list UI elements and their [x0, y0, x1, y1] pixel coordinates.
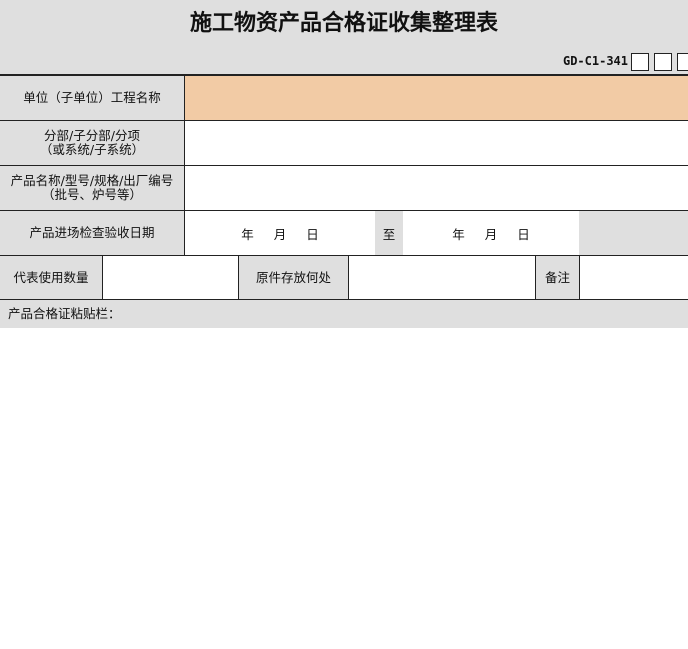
- original-location-label: 原件存放何处: [239, 256, 348, 299]
- row-divider: [0, 165, 688, 166]
- date-to-year: 年: [452, 226, 465, 242]
- product-label: 产品名称/型号/规格/出厂编号 （批号、炉号等）: [0, 166, 184, 210]
- remarks-label: 备注: [536, 256, 579, 299]
- date-to-day: 日: [517, 226, 530, 242]
- subdivision-label-line2: （或系统/子系统）: [39, 142, 145, 157]
- code-box-2[interactable]: [654, 53, 672, 71]
- original-location-field[interactable]: [349, 256, 535, 299]
- quantity-field[interactable]: [103, 256, 238, 299]
- date-from-field[interactable]: 年 月 日: [185, 211, 375, 255]
- date-trailing-cell: [579, 211, 688, 255]
- quantity-label: 代表使用数量: [0, 256, 102, 299]
- column-divider: [348, 255, 349, 300]
- column-divider: [579, 255, 580, 300]
- date-from-day: 日: [306, 226, 319, 242]
- column-divider: [102, 255, 103, 300]
- code-box-1[interactable]: [631, 53, 649, 71]
- date-separator: 至: [375, 211, 403, 255]
- column-divider: [238, 255, 239, 300]
- column-divider: [535, 255, 536, 300]
- row-divider: [0, 299, 688, 300]
- paste-area[interactable]: [0, 328, 688, 649]
- code-box-3[interactable]: [677, 53, 688, 71]
- date-from-month: 月: [273, 226, 287, 242]
- column-divider: [184, 75, 185, 255]
- remarks-field[interactable]: [580, 256, 688, 299]
- date-from-year: 年: [241, 226, 254, 242]
- inspection-date-label: 产品进场检查验收日期: [0, 211, 184, 255]
- product-label-line2: （批号、炉号等）: [41, 187, 142, 202]
- paste-area-label: 产品合格证粘贴栏：: [0, 300, 688, 328]
- table-top-border: [0, 74, 688, 76]
- subdivision-label-line1: 分部/子分部/分项: [44, 128, 140, 143]
- unit-project-label: 单位（子单位）工程名称: [0, 75, 184, 120]
- subdivision-field[interactable]: [185, 121, 688, 165]
- row-divider: [0, 210, 688, 211]
- unit-project-field[interactable]: [185, 75, 688, 120]
- date-to-field[interactable]: 年 月 日: [403, 211, 579, 255]
- form-code: GD-C1-341: [562, 54, 628, 68]
- row-divider: [0, 120, 688, 121]
- product-label-line1: 产品名称/型号/规格/出厂编号: [10, 173, 174, 188]
- row-divider: [0, 255, 688, 256]
- date-to-month: 月: [484, 226, 498, 242]
- page-title: 施工物资产品合格证收集整理表: [0, 0, 688, 46]
- product-field[interactable]: [185, 166, 688, 210]
- subdivision-label: 分部/子分部/分项 （或系统/子系统）: [0, 121, 184, 165]
